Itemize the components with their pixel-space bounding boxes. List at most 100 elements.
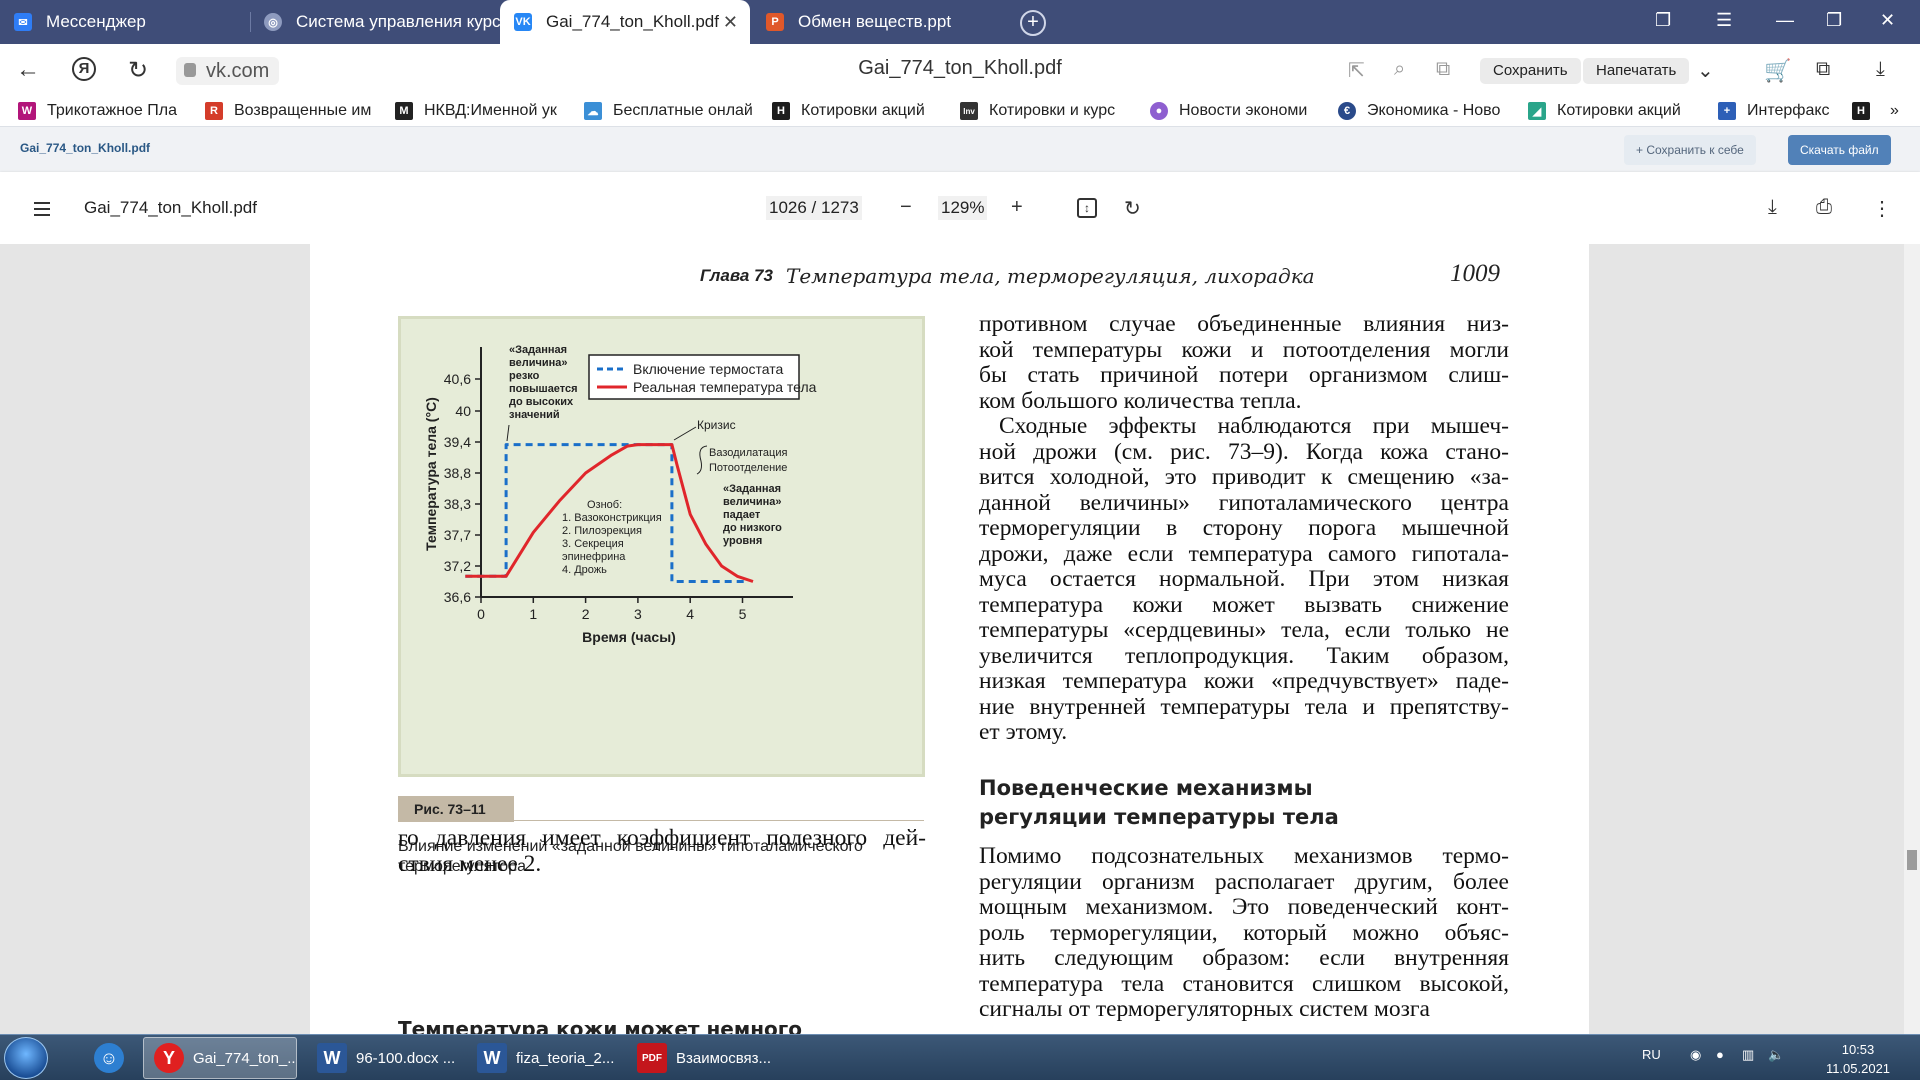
steam-icon[interactable]: ◉ [1690, 1047, 1701, 1063]
download-icon[interactable]: ⤓ [1876, 58, 1885, 81]
bookmark-item[interactable]: ● Новости экономи [1150, 100, 1318, 122]
annotation-setpoint-down: падает [723, 509, 761, 521]
bookmark-favicon-icon: ◢ [1528, 102, 1546, 120]
annotation-setpoint-down: до низкого [723, 522, 782, 534]
text-line: температура тела становится слишком высо… [979, 970, 1509, 997]
text-line: мощным механизмом. Это поведенческий кон… [979, 894, 1509, 920]
pdf-viewer[interactable]: Глава 73 Температура тела, терморегуляци… [0, 244, 1920, 1034]
bookmark-favicon-icon: M [395, 102, 413, 120]
bookmark-label: НКВД:Именной ук [424, 102, 557, 119]
zoom-input[interactable]: 129% [938, 196, 988, 220]
fit-page-icon[interactable]: ↕ [1077, 198, 1097, 218]
bookmark-item[interactable]: W Трикотажное Пла [18, 100, 186, 122]
text-line: данной величины» гипоталамического центр… [979, 489, 1509, 516]
bookmark-item[interactable]: ◢ Котировки акций [1528, 100, 1696, 122]
tab-course-system[interactable]: ◎ Система управления курс [250, 0, 500, 44]
y-tick-label: 37,2 [444, 558, 471, 574]
text-line: Помимо подсознательных механизмов термо- [979, 843, 1509, 869]
left-paragraph: го давления имеет коэффициент полезного … [398, 825, 926, 877]
tab-label: Обмен веществ.ppt [798, 12, 952, 31]
bookmark-favicon-icon: R [205, 102, 223, 120]
taskbar-pinned-app[interactable]: ☺ [84, 1037, 128, 1079]
rotate-icon[interactable]: ↻ [1124, 196, 1141, 221]
tab-bar: ✉ Мессенджер ◎ Система управления курс V… [0, 0, 1920, 44]
bookmark-label: Возвращенные им [234, 102, 372, 119]
print-button[interactable]: Напечатать [1583, 58, 1690, 84]
annotation-setpoint-up: «Заданная [509, 344, 567, 356]
bookmarks-icon[interactable]: ⧉ [1816, 58, 1830, 81]
bookmark-label: Трикотажное Пла [47, 102, 177, 119]
bookmark-item[interactable]: H [1852, 100, 1876, 122]
annotation-pointer [673, 426, 697, 441]
scrollbar-thumb[interactable] [1907, 850, 1917, 870]
taskbar-app-pdf[interactable]: PDF Взаимосвяз... [627, 1037, 781, 1079]
bookmark-item[interactable]: R Возвращенные им [205, 100, 373, 122]
page-number: 1009 [1450, 260, 1500, 287]
text-line: регуляции организм располагает другим, б… [979, 868, 1509, 895]
bookmarks-bar: W Трикотажное Пла R Возвращенные им M НК… [0, 96, 1920, 126]
menu-icon[interactable]: ☰ [1716, 10, 1732, 31]
pdf-toolbar: Gai_774_ton_Kholl.pdf 1026 / 1273 − 129%… [0, 172, 1920, 244]
text-line: кой температуры кожи и потоотделения мог… [979, 336, 1509, 363]
close-window-icon[interactable]: ✕ [1880, 10, 1895, 31]
x-tick-label: 1 [529, 606, 537, 622]
taskbar-app-browser[interactable]: Y Gai_774_ton_... [143, 1037, 297, 1079]
minimize-icon[interactable]: — [1776, 10, 1794, 31]
section-heading-line: Поведенческие механизмы [979, 776, 1313, 800]
taskbar-app-word[interactable]: W 96-100.docx ... [307, 1037, 461, 1079]
more-bookmarks-icon[interactable]: » [1890, 100, 1899, 122]
volume-icon[interactable]: 🔈 [1768, 1047, 1784, 1063]
annotation-chills: 4. Дрожь [562, 564, 607, 576]
zoom-in-icon[interactable]: + [1011, 196, 1023, 219]
text-line: дрожи, даже если температура самого гипо… [979, 540, 1509, 567]
bookmark-label: Бесплатные онлай [613, 102, 752, 119]
bookmark-item[interactable]: H Котировки акций [772, 100, 940, 122]
bookmark-label: Интерфакс [1747, 102, 1830, 119]
print-icon[interactable]: ⎙ [1816, 196, 1832, 219]
new-tab-button[interactable]: + [1020, 10, 1046, 36]
bookmark-item[interactable]: Inv Котировки и курс [960, 100, 1128, 122]
cart-icon[interactable]: 🛒 [1764, 58, 1791, 84]
taskbar-app-word[interactable]: W fiza_teoria_2... [467, 1037, 621, 1079]
save-button[interactable]: Сохранить [1480, 58, 1581, 84]
chevron-down-icon[interactable]: ⌄ [1697, 58, 1714, 83]
x-axis-label: Время (часы) [582, 629, 676, 645]
bookmark-item[interactable]: M НКВД:Именной ук [395, 100, 563, 122]
menu-icon[interactable] [34, 202, 50, 220]
download-file-button[interactable]: Скачать файл [1788, 135, 1891, 165]
paragraph-3: Помимо подсознательных механизмов термо-… [979, 843, 1509, 1023]
extension-icon[interactable]: ⧉ [1436, 58, 1450, 81]
clock-time: 10:53 [1841, 1042, 1875, 1057]
app-tray-icon[interactable]: ● [1716, 1047, 1724, 1062]
network-icon[interactable]: ▥ [1742, 1047, 1754, 1063]
annotation-setpoint-up: до высоких [509, 396, 574, 408]
text-line: терморегуляции в сторону порога мышечной [979, 515, 1509, 541]
start-button[interactable] [4, 1037, 48, 1079]
bookmark-item[interactable]: ☁ Бесплатные онлай [584, 100, 752, 122]
more-options-icon[interactable]: ⋮ [1872, 196, 1892, 221]
share-icon[interactable]: ⇱ [1348, 58, 1365, 83]
tab-collection-icon[interactable]: ❐ [1655, 10, 1671, 31]
text-line: температура кожи может вызвать снижение [979, 591, 1509, 618]
word-icon: W [477, 1043, 507, 1073]
language-indicator[interactable]: RU [1642, 1047, 1661, 1062]
clock[interactable]: 10:53 11.05.2021 [1818, 1040, 1898, 1078]
download-icon[interactable]: ⤓ [1768, 196, 1777, 219]
y-tick-label: 39,4 [444, 434, 471, 450]
tab-pdf-active[interactable]: VK Gai_774_ton_Kholl.pdf ✕ [500, 0, 750, 44]
legend-label: Включение термостата [633, 361, 784, 377]
scrollbar[interactable] [1904, 244, 1920, 1034]
annotation-brace [696, 445, 708, 475]
find-icon[interactable]: ⌕ [1394, 58, 1405, 81]
tab-label: Система управления курс [296, 12, 500, 31]
tab-ppt[interactable]: P Обмен веществ.ppt [752, 0, 1010, 44]
page-number-input[interactable]: 1026 / 1273 [766, 196, 862, 220]
tab-messenger[interactable]: ✉ Мессенджер [0, 0, 250, 44]
bookmark-item[interactable]: € Экономика - Ново [1338, 100, 1506, 122]
save-to-self-button[interactable]: + Сохранить к себе [1624, 135, 1756, 165]
restore-icon[interactable]: ❐ [1826, 10, 1842, 31]
bookmark-item[interactable]: + Интерфакс [1718, 100, 1858, 122]
text-line: увеличится теплопродукция. Таким образом… [979, 642, 1509, 669]
close-icon[interactable]: ✕ [723, 12, 738, 33]
zoom-out-icon[interactable]: − [900, 196, 912, 219]
